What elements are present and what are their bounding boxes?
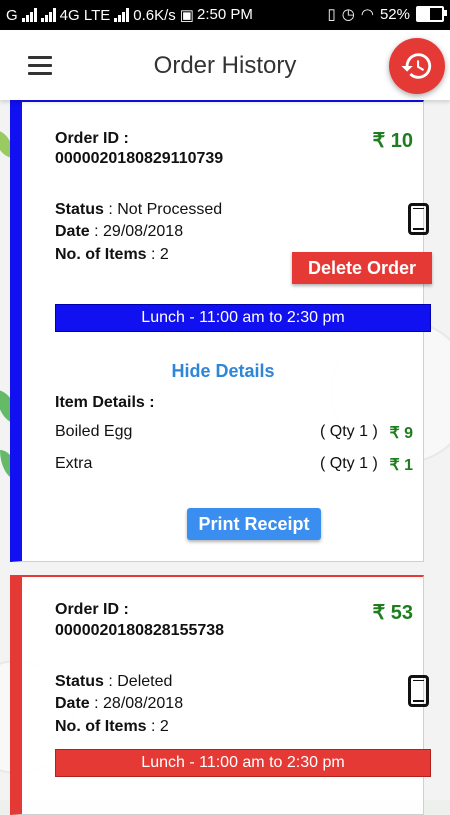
carrier-indicator: G (6, 6, 18, 24)
phone-icon-2 (408, 675, 429, 707)
notification-icon: ▣ (179, 7, 194, 24)
date-row-2: Date : 28/08/2018 (55, 695, 183, 713)
status-row: Status : Not Processed (55, 201, 222, 219)
items-count-label: No. of Items (55, 246, 147, 263)
items-count-label-2: No. of Items (55, 718, 147, 735)
signal-icon-2 (40, 8, 56, 22)
status-bar-right: ▯ ◷ ◠ 52% (327, 5, 447, 23)
page-title: Order History (153, 52, 297, 79)
order-total-2: ₹ 53 (372, 602, 413, 624)
phone-icon (408, 203, 429, 235)
order-id-label-2: Order ID : (55, 601, 129, 618)
battery-percent: 52% (379, 5, 410, 23)
order-id-value: 0000020180829110739 (55, 150, 224, 167)
item-qty-2: ( Qty 1 ) (320, 455, 378, 472)
status-bar: G 4G LTE 0.6K/s ▣ 2:50 PM ▯ ◷ ◠ 52% (0, 0, 450, 30)
order-id-label: Order ID : (55, 130, 129, 147)
history-button[interactable] (389, 38, 445, 94)
item-price-2: ₹ 1 (389, 457, 413, 474)
date-value: : 29/08/2018 (89, 223, 184, 240)
print-receipt-button[interactable]: Print Receipt (187, 508, 321, 540)
status-row-2: Status : Deleted (55, 673, 172, 691)
status-bar-left: G 4G LTE 0.6K/s ▣ (6, 6, 194, 25)
network-type: 4G LTE (59, 6, 111, 24)
status-value: : Not Processed (103, 201, 223, 218)
battery-fill (418, 8, 431, 20)
item-details-label: Item Details : (55, 394, 155, 411)
items-count-value: : 2 (146, 246, 169, 263)
clock: 2:50 PM (197, 6, 253, 23)
date-label-2: Date (55, 695, 90, 712)
status-value-2: : Deleted (103, 673, 173, 690)
alarm-icon: ◷ (341, 6, 355, 23)
item-name: Boiled Egg (55, 423, 133, 440)
item-name-2: Extra (55, 455, 93, 472)
status-label-2: Status (55, 673, 104, 690)
item-price: ₹ 9 (389, 425, 413, 442)
item-qty: ( Qty 1 ) (320, 423, 378, 440)
date-label: Date (55, 223, 90, 240)
vibrate-icon: ▯ (327, 6, 336, 23)
data-speed: 0.6K/s (133, 6, 176, 24)
items-count-row: No. of Items : 2 (55, 246, 169, 264)
signal-icon (21, 8, 37, 22)
items-count-row-2: No. of Items : 2 (55, 718, 169, 736)
wifi-icon: ◠ (360, 6, 374, 23)
order-card: Order ID : 0000020180829110739 ₹ 10 Stat… (10, 100, 432, 562)
hide-details-link[interactable]: Hide Details (22, 361, 424, 382)
order-id-value-2: 0000020180828155738 (55, 622, 225, 639)
lte-signal-icon (114, 8, 130, 22)
delete-order-button[interactable]: Delete Order (292, 252, 432, 284)
battery-icon (416, 6, 447, 22)
date-row: Date : 29/08/2018 (55, 223, 183, 241)
order-card-2: Order ID : 0000020180828155738 ₹ 53 Stat… (10, 575, 431, 815)
app-bar: Order History (0, 30, 450, 100)
date-value-2: : 28/08/2018 (89, 695, 184, 712)
time-slot-banner-2: Lunch - 11:00 am to 2:30 pm (55, 749, 431, 777)
history-icon (401, 53, 432, 79)
time-slot-banner: Lunch - 11:00 am to 2:30 pm (55, 304, 431, 332)
status-label: Status (55, 201, 104, 218)
order-total: ₹ 10 (372, 130, 413, 152)
items-count-value-2: : 2 (146, 718, 169, 735)
